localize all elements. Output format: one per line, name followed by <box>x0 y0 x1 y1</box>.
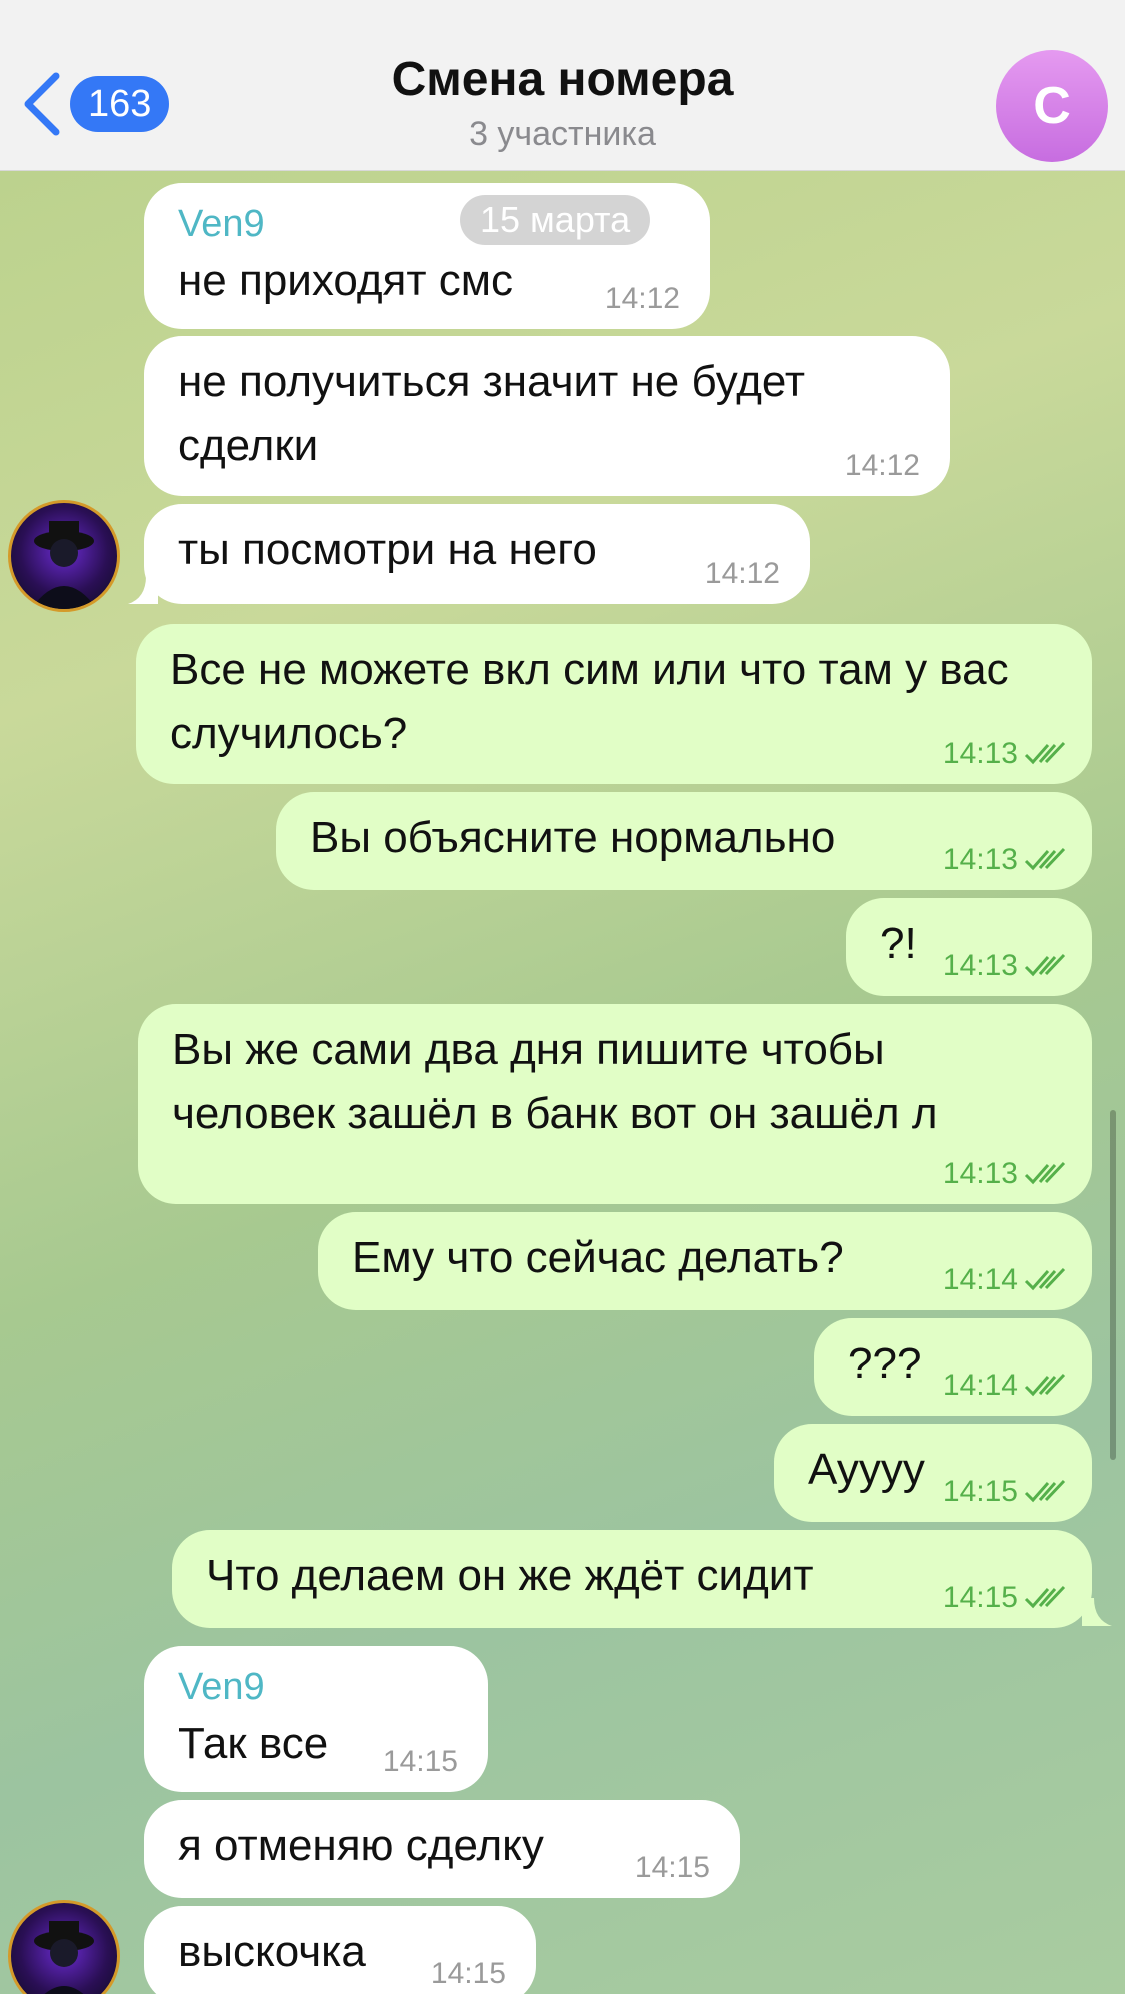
sender-name[interactable]: Ven9 <box>178 1662 452 1712</box>
group-avatar[interactable]: С <box>996 50 1108 162</box>
message-text: Что делаем он же ждёт сидит <box>206 1551 814 1600</box>
message-bubble[interactable]: Вы объясните нормально 14:13 <box>276 792 1092 890</box>
message-bubble[interactable]: Ауууу 14:15 <box>774 1424 1092 1522</box>
person-silhouette-icon <box>31 521 97 609</box>
message-text: Так все <box>178 1719 329 1768</box>
message-time: 14:15 <box>942 1475 1018 1508</box>
message-bubble[interactable]: ты посмотри на него 14:12 <box>144 504 810 604</box>
read-checkmarks-icon <box>1024 847 1066 871</box>
message-time: 14:13 <box>942 949 1018 982</box>
message-text: ??? <box>848 1339 922 1388</box>
read-checkmarks-icon <box>1024 1585 1066 1609</box>
message-time: 14:15 <box>430 1957 506 1990</box>
message-text: не получиться значит не будет сделки <box>178 357 806 470</box>
message-time: 14:15 <box>942 1581 1018 1614</box>
message-time: 14:14 <box>942 1369 1018 1402</box>
read-checkmarks-icon <box>1024 1373 1066 1397</box>
message-time: 14:13 <box>942 1157 1018 1190</box>
chat-header: 163 Смена номера 3 участника С <box>0 0 1125 171</box>
message-time: 14:13 <box>942 737 1018 770</box>
message-time: 14:14 <box>942 1263 1018 1296</box>
message-text: ?! <box>880 919 917 968</box>
message-bubble[interactable]: Что делаем он же ждёт сидит 14:15 <box>172 1530 1092 1628</box>
message-bubble[interactable]: Ven9 Так все 14:15 <box>144 1646 488 1792</box>
read-checkmarks-icon <box>1024 1267 1066 1291</box>
read-checkmarks-icon <box>1024 1161 1066 1185</box>
bubble-tail <box>1082 1598 1112 1626</box>
message-time: 14:15 <box>634 1851 710 1884</box>
read-checkmarks-icon <box>1024 1479 1066 1503</box>
message-text: не приходят смс <box>178 256 514 305</box>
message-time: 14:13 <box>942 843 1018 876</box>
message-bubble[interactable]: ?! 14:13 <box>846 898 1092 996</box>
read-checkmarks-icon <box>1024 953 1066 977</box>
message-text: Ауууу <box>808 1445 925 1494</box>
message-text: ты посмотри на него <box>178 525 597 574</box>
message-bubble[interactable]: Ему что сейчас делать? 14:14 <box>318 1212 1092 1310</box>
read-checkmarks-icon <box>1024 741 1066 765</box>
message-text: я отменяю сделку <box>178 1821 544 1870</box>
message-bubble[interactable]: не получиться значит не будет сделки 14:… <box>144 336 950 496</box>
message-text: выскочка <box>178 1927 366 1976</box>
message-text: Вы объясните нормально <box>310 813 836 862</box>
chat-screen: 163 Смена номера 3 участника С Ven9 не п… <box>0 0 1125 1994</box>
person-silhouette-icon <box>34 1921 94 1994</box>
message-text: Все не можете вкл сим или что там у вас … <box>170 645 1009 758</box>
scrollbar[interactable] <box>1110 1110 1116 1460</box>
message-bubble[interactable]: ??? 14:14 <box>814 1318 1092 1416</box>
message-bubble[interactable]: я отменяю сделку 14:15 <box>144 1800 740 1898</box>
message-time: 14:12 <box>704 557 780 590</box>
message-time: 14:15 <box>382 1745 458 1778</box>
user-avatar[interactable] <box>8 500 120 612</box>
message-bubble[interactable]: Все не можете вкл сим или что там у вас … <box>136 624 1092 784</box>
date-chip: 15 марта <box>460 195 651 245</box>
message-time: 14:12 <box>604 282 680 315</box>
message-bubble[interactable]: Вы же сами два дня пишите чтобы человек … <box>138 1004 1092 1204</box>
participants-count: 3 участника <box>469 115 656 153</box>
user-avatar[interactable] <box>8 1900 120 1994</box>
message-time: 14:12 <box>844 449 920 482</box>
chat-title[interactable]: Смена номера <box>0 52 1125 107</box>
message-bubble[interactable]: выскочка 14:15 <box>144 1906 536 1994</box>
message-text: Вы же сами два дня пишите чтобы человек … <box>172 1025 938 1138</box>
bubble-tail <box>128 576 158 604</box>
message-text: Ему что сейчас делать? <box>352 1233 844 1282</box>
